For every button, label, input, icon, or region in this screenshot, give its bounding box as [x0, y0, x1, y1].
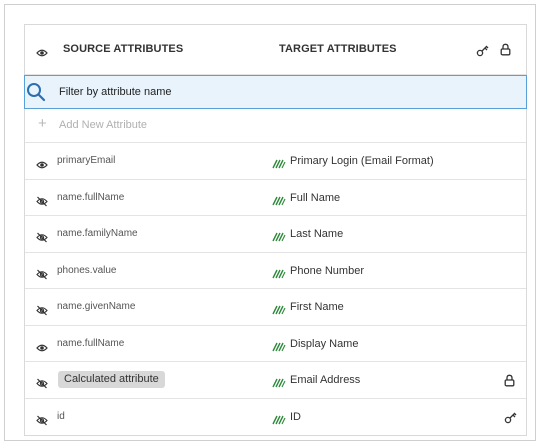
eye-off-icon[interactable] — [36, 194, 48, 212]
table-row[interactable]: id ID — [25, 399, 526, 436]
mapping-icon — [272, 302, 286, 320]
target-attribute-name: ID — [290, 410, 301, 423]
mapping-icon — [272, 156, 286, 174]
source-attributes-heading: SOURCE ATTRIBUTES — [63, 43, 184, 55]
window-frame: SOURCE ATTRIBUTES TARGET ATTRIBUTES Filt… — [4, 4, 536, 441]
mapping-icon — [272, 339, 286, 357]
filter-bar[interactable]: Filter by attribute name — [24, 75, 527, 109]
lock-icon[interactable] — [500, 43, 511, 61]
source-attribute-name: name.familyName — [57, 228, 138, 239]
table-row[interactable]: name.familyName Last Name — [25, 216, 526, 253]
add-new-attribute-button[interactable]: Add New Attribute — [59, 119, 147, 131]
table-row[interactable]: primaryEmail Primary Login (Email Format) — [25, 143, 526, 180]
eye-icon[interactable] — [36, 157, 48, 175]
target-attribute-name: Email Address — [290, 374, 361, 386]
mapping-icon — [272, 375, 286, 393]
target-attribute-name: Display Name — [290, 337, 359, 350]
target-attribute-name: Phone Number — [290, 264, 364, 277]
target-attribute-name: Full Name — [290, 191, 341, 204]
source-attribute-name: phones.value — [57, 264, 117, 276]
mapping-icon — [272, 229, 286, 247]
target-attributes-heading: TARGET ATTRIBUTES — [279, 43, 397, 55]
calculated-attribute-badge[interactable]: Calculated attribute — [58, 371, 165, 388]
table-header: SOURCE ATTRIBUTES TARGET ATTRIBUTES — [25, 25, 526, 75]
lock-icon[interactable] — [504, 374, 515, 392]
plus-icon[interactable]: + — [38, 116, 47, 132]
attribute-mapping-panel: SOURCE ATTRIBUTES TARGET ATTRIBUTES Filt… — [24, 24, 527, 436]
source-attribute-name: primaryEmail — [57, 155, 116, 166]
target-attribute-name: Last Name — [290, 228, 344, 240]
add-attribute-row[interactable]: + Add New Attribute — [25, 109, 526, 143]
table-row[interactable]: name.fullName Full Name — [25, 180, 526, 216]
eye-icon[interactable] — [36, 340, 48, 358]
mapping-icon — [272, 266, 286, 284]
eye-icon[interactable] — [36, 45, 48, 63]
source-attribute-name: name.fullName — [57, 337, 125, 349]
mapping-icon — [272, 193, 286, 211]
eye-off-icon[interactable] — [36, 413, 48, 431]
key-icon[interactable] — [476, 44, 489, 62]
eye-off-icon[interactable] — [36, 230, 48, 248]
table-row[interactable]: name.fullName Display Name — [25, 326, 526, 362]
eye-off-icon[interactable] — [36, 303, 48, 321]
eye-off-icon[interactable] — [36, 267, 48, 285]
source-attribute-name: id — [57, 410, 65, 422]
table-row[interactable]: phones.value Phone Number — [25, 253, 526, 289]
target-attribute-name: Primary Login (Email Format) — [290, 155, 434, 167]
table-row[interactable]: name.givenName First Name — [25, 289, 526, 326]
key-icon[interactable] — [504, 411, 517, 429]
mapping-icon — [272, 412, 286, 430]
filter-input[interactable]: Filter by attribute name — [59, 86, 172, 98]
search-icon[interactable] — [26, 82, 46, 107]
eye-off-icon[interactable] — [36, 376, 48, 394]
source-attribute-name: name.givenName — [57, 301, 136, 312]
target-attribute-name: First Name — [290, 301, 344, 313]
source-attribute-name: name.fullName — [57, 191, 125, 203]
table-row[interactable]: Calculated attribute Email Address — [25, 362, 526, 399]
